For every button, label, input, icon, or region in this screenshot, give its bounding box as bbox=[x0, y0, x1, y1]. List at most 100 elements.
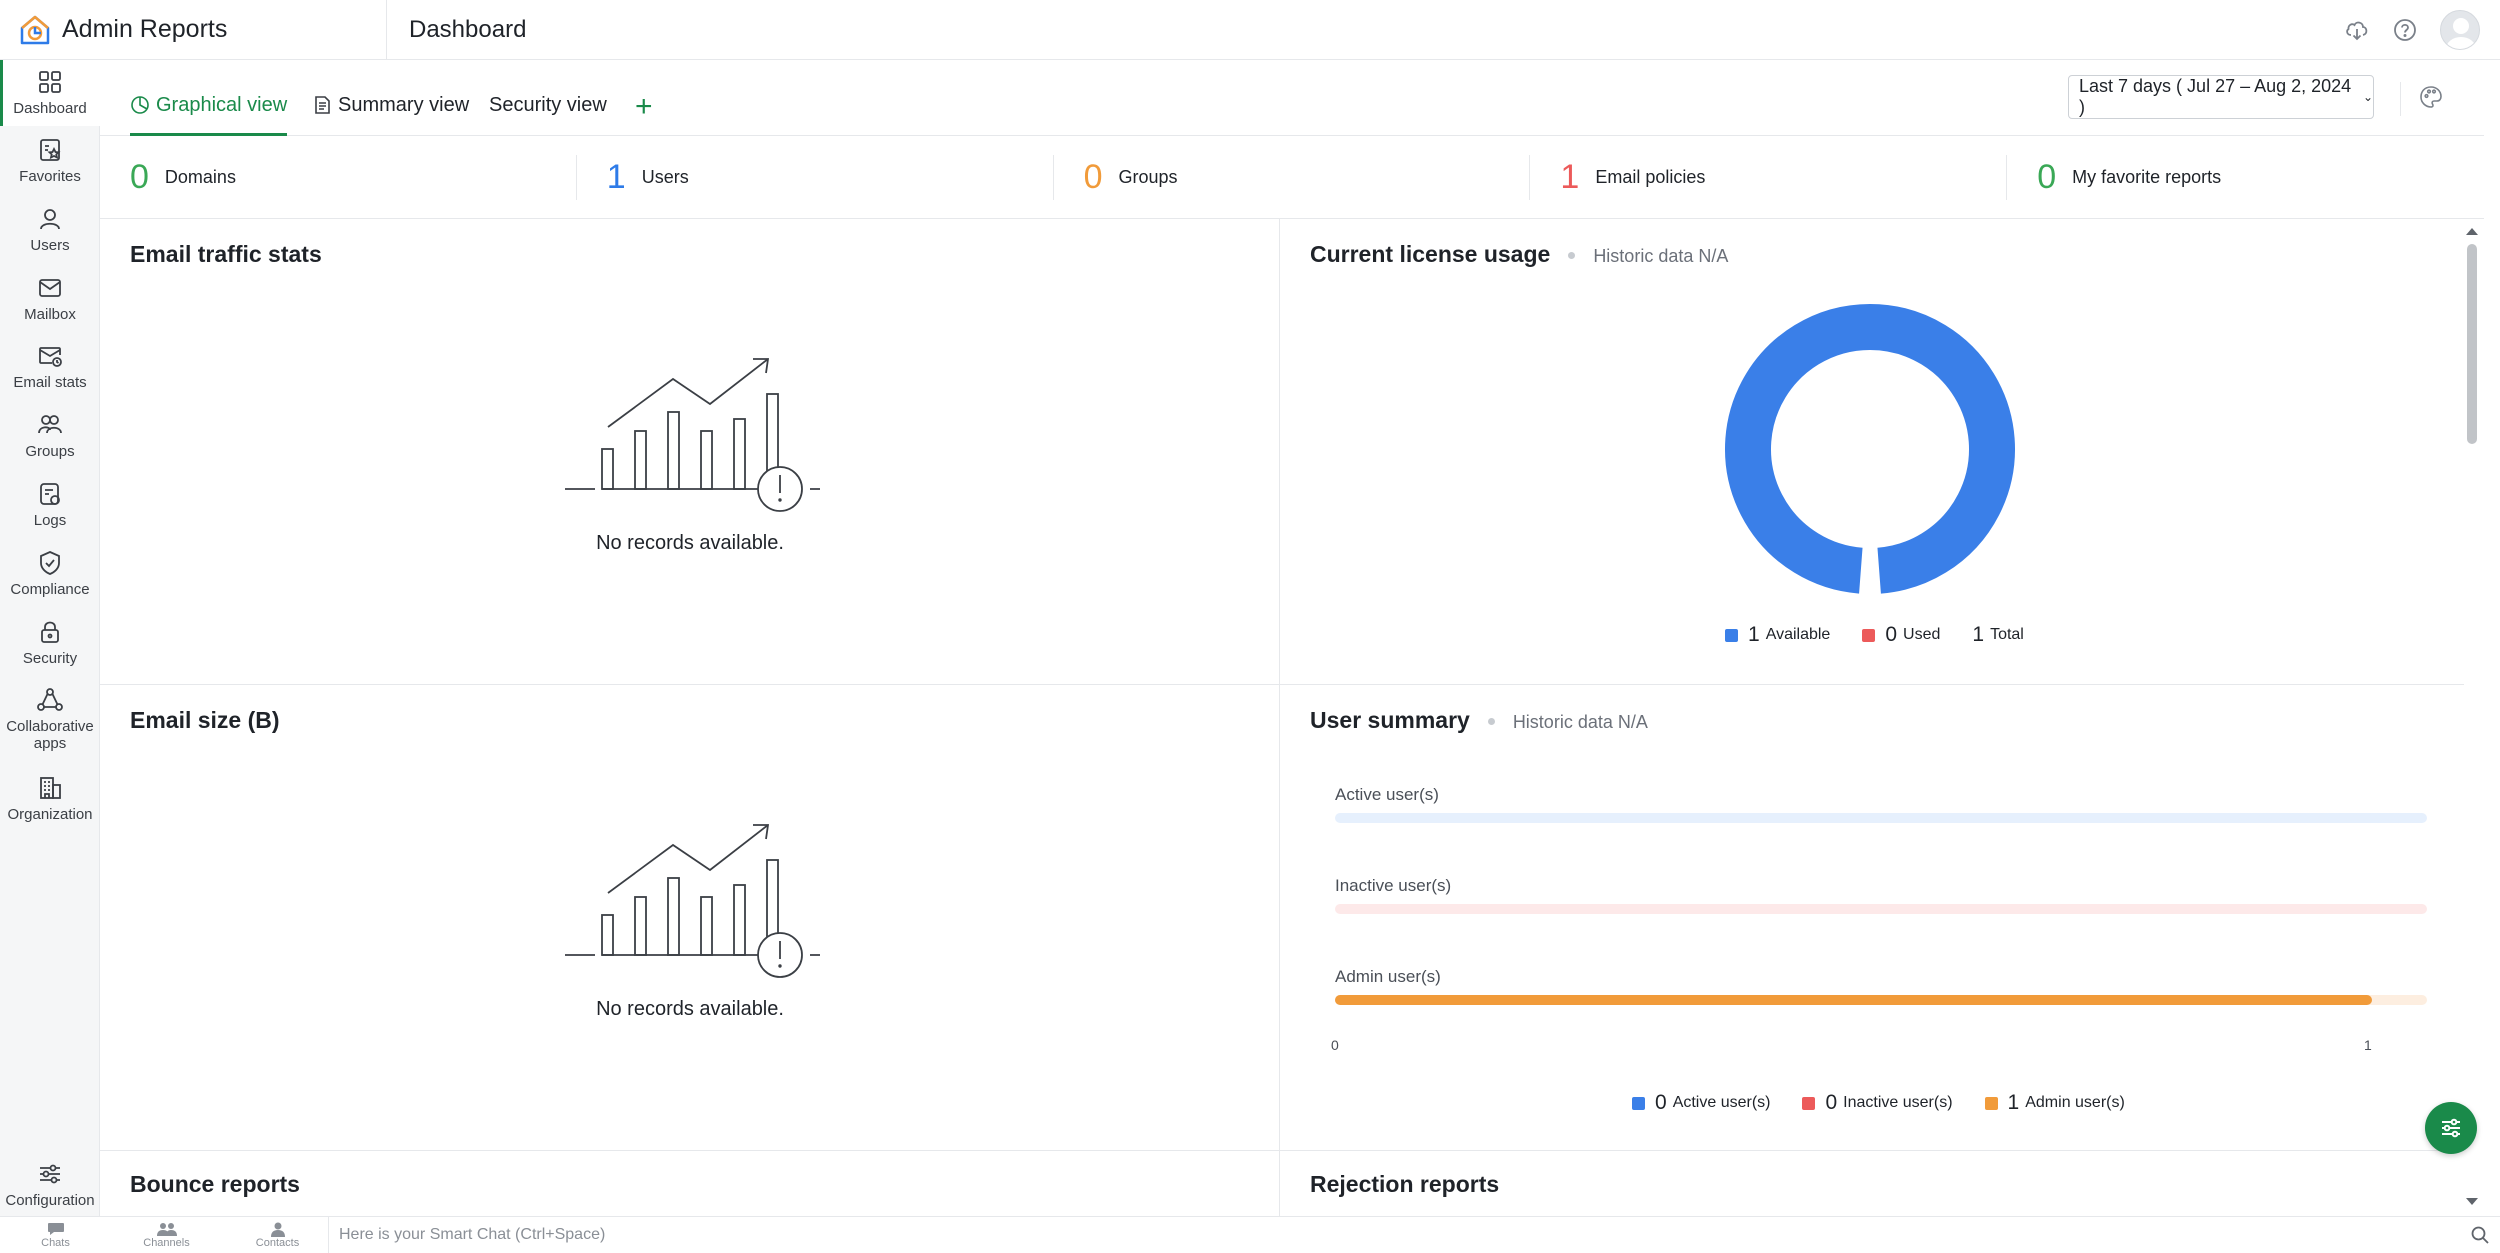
palette-icon[interactable] bbox=[2418, 84, 2444, 110]
admin-reports-logo-icon bbox=[20, 15, 50, 44]
chat-tab-chats[interactable]: Chats bbox=[0, 1221, 111, 1249]
license-legend: 1 Available 0 Used 1 Total bbox=[1725, 623, 2024, 647]
bar-admin-user-s[interactable] bbox=[1335, 995, 2372, 1005]
empty-state-text: No records available. bbox=[596, 532, 784, 554]
channels-icon bbox=[156, 1223, 177, 1236]
counter-email-policies[interactable]: 1 Email policies bbox=[1530, 155, 2008, 200]
smart-chat-bar: Chats Channels Contacts Here is your Sma… bbox=[0, 1216, 2500, 1253]
dashboard-icon bbox=[39, 71, 61, 93]
sidebar-item-label: Mailbox bbox=[24, 306, 76, 323]
divider bbox=[2400, 82, 2401, 116]
top-bar: Admin Reports Dashboard bbox=[0, 0, 2500, 60]
page-title: Dashboard bbox=[409, 15, 527, 43]
counter-domains[interactable]: 0 Domains bbox=[100, 155, 577, 200]
bar-label: Admin user(s) bbox=[1335, 967, 1441, 986]
scroll-thumb[interactable] bbox=[2467, 244, 2477, 444]
sliders-icon bbox=[40, 1164, 60, 1184]
legend-item-admin-users[interactable]: 1 Admin user(s) bbox=[1984, 1091, 2125, 1115]
counter-favorite-reports[interactable]: 0 My favorite reports bbox=[2007, 155, 2484, 200]
sidebar-item-dashboard[interactable]: Dashboard bbox=[0, 60, 100, 126]
license-usage-panel: Current license usage Historic data N/A 1… bbox=[1280, 219, 2464, 685]
search-icon[interactable] bbox=[2470, 1225, 2490, 1245]
help-icon[interactable] bbox=[2392, 17, 2418, 43]
brand: Admin Reports bbox=[0, 0, 387, 60]
chat-bubble-icon bbox=[47, 1223, 64, 1235]
legend-item-inactive-users[interactable]: 0 Inactive user(s) bbox=[1802, 1091, 1953, 1115]
sidebar-item-logs[interactable]: Logs bbox=[0, 480, 100, 529]
legend-item-used[interactable]: 0 Used bbox=[1862, 623, 1940, 647]
sidebar-item-favorites[interactable]: Favorites bbox=[0, 136, 100, 185]
tab-summary-view[interactable]: Summary view bbox=[312, 94, 469, 136]
bar-track bbox=[1335, 813, 2427, 823]
filter-settings-button[interactable] bbox=[2425, 1102, 2477, 1154]
add-view-button[interactable]: + bbox=[635, 92, 653, 122]
summary-counters: 0 Domains 1 Users 0 Groups 1 Email polic… bbox=[100, 137, 2484, 219]
app-title: Admin Reports bbox=[62, 15, 228, 43]
sidebar: Dashboard Favorites Users Mailbox Email … bbox=[0, 60, 100, 1216]
dot-separator bbox=[1568, 252, 1576, 260]
legend-item-total: 1 Total bbox=[1972, 623, 2024, 646]
favorites-icon bbox=[40, 139, 61, 161]
sidebar-item-compliance[interactable]: Compliance bbox=[0, 549, 100, 598]
user-summary-legend: 0 Active user(s) 0 Inactive user(s) 1 Ad… bbox=[1632, 1091, 2125, 1115]
sliders-icon bbox=[2442, 1118, 2460, 1138]
pie-chart-icon bbox=[131, 96, 149, 114]
sidebar-item-label: Groups bbox=[25, 443, 75, 460]
sidebar-item-label: Email stats bbox=[13, 374, 87, 391]
counter-groups[interactable]: 0 Groups bbox=[1054, 155, 1531, 200]
bounce-reports-panel: Bounce reports bbox=[100, 1151, 1279, 1216]
sidebar-item-label: Favorites bbox=[19, 168, 81, 185]
bar-label: Inactive user(s) bbox=[1335, 876, 1452, 895]
scroll-down-arrow-icon[interactable] bbox=[2466, 1198, 2478, 1205]
groups-icon bbox=[38, 415, 62, 434]
date-range-select[interactable]: Last 7 days ( Jul 27 – Aug 2, 2024 ) ⌄ bbox=[2068, 75, 2374, 119]
axis-tick-max: 1 bbox=[2364, 1037, 2372, 1053]
avatar[interactable] bbox=[2440, 9, 2480, 50]
bar-track bbox=[1335, 904, 2427, 914]
sidebar-item-collaborative-apps[interactable]: Collaborative apps bbox=[0, 686, 100, 752]
sidebar-item-label: Configuration bbox=[5, 1192, 95, 1209]
sidebar-item-label: Users bbox=[30, 237, 70, 254]
sidebar-item-users[interactable]: Users bbox=[0, 205, 100, 254]
sidebar-item-label: Logs bbox=[33, 512, 67, 529]
sidebar-item-configuration[interactable]: Configuration bbox=[0, 1160, 100, 1209]
panel-title: Email traffic stats bbox=[130, 241, 322, 267]
sidebar-item-organization[interactable]: Organization bbox=[0, 774, 100, 823]
legend-item-available[interactable]: 1 Available bbox=[1725, 623, 1830, 647]
sidebar-item-mailbox[interactable]: Mailbox bbox=[0, 274, 100, 323]
sidebar-item-groups[interactable]: Groups bbox=[0, 411, 100, 460]
smart-chat-input[interactable]: Here is your Smart Chat (Ctrl+Space) bbox=[328, 1217, 2466, 1253]
view-tabs-bar: Graphical view Summary view Security vie… bbox=[100, 60, 2484, 136]
chat-tab-channels[interactable]: Channels bbox=[111, 1221, 222, 1249]
logs-icon bbox=[40, 483, 60, 505]
email-stats-icon bbox=[39, 347, 62, 367]
panel-title: Current license usage Historic data N/A bbox=[1310, 241, 1729, 267]
document-icon bbox=[315, 96, 330, 114]
sidebar-item-label: Compliance bbox=[10, 581, 90, 598]
tab-graphical-view[interactable]: Graphical view bbox=[130, 94, 288, 136]
chat-tab-contacts[interactable]: Contacts bbox=[222, 1221, 333, 1249]
legend-item-active-users[interactable]: 0 Active user(s) bbox=[1632, 1091, 1770, 1115]
legend-swatch bbox=[1802, 1096, 1816, 1110]
sidebar-item-security[interactable]: Security bbox=[0, 618, 100, 667]
dot-separator bbox=[1487, 718, 1495, 726]
scroll-up-arrow-icon[interactable] bbox=[2466, 228, 2478, 235]
email-traffic-panel: Email traffic stats No records available… bbox=[100, 219, 1279, 685]
cloud-download-icon[interactable] bbox=[2344, 17, 2370, 43]
axis-tick-min: 0 bbox=[1331, 1037, 1339, 1053]
empty-state-text: No records available. bbox=[596, 998, 784, 1020]
no-records-chart-icon bbox=[565, 358, 820, 512]
contacts-icon bbox=[270, 1222, 285, 1237]
collaborative-apps-icon bbox=[37, 688, 63, 711]
tab-security-view[interactable]: Security view bbox=[489, 94, 607, 136]
sidebar-item-label: Dashboard bbox=[13, 100, 87, 117]
legend-swatch bbox=[1725, 628, 1738, 642]
sidebar-item-email-stats[interactable]: Email stats bbox=[0, 342, 100, 391]
rejection-reports-panel: Rejection reports bbox=[1280, 1151, 2464, 1216]
legend-swatch bbox=[1632, 1096, 1645, 1110]
user-summary-panel: User summary Historic data N/A Active use… bbox=[1280, 685, 2464, 1151]
donut-slice-available[interactable] bbox=[1725, 304, 2015, 594]
scrollbar[interactable] bbox=[2464, 222, 2480, 1212]
sidebar-item-label: Organization bbox=[7, 806, 93, 823]
counter-users[interactable]: 1 Users bbox=[577, 155, 1054, 200]
